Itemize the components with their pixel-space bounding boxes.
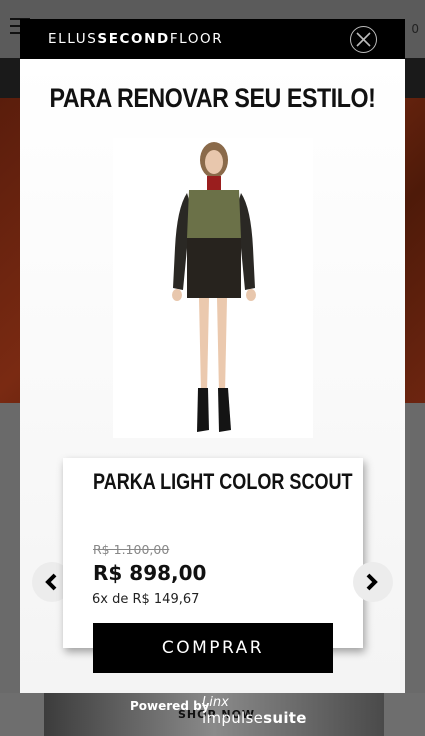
current-price: R$ 898,00: [93, 561, 207, 585]
impulse-suite-logo: impulsesuite: [202, 709, 307, 727]
powered-by-badge[interactable]: Powered by Linx impulsesuite: [130, 695, 310, 733]
chevron-left-icon: [45, 573, 57, 591]
product-name[interactable]: PARKA LIGHT COLOR SCOUT: [93, 469, 353, 495]
powered-by-text: Powered by: [130, 699, 210, 713]
recommendation-modal: ELLUSSECONDFLOOR PARA RENOVAR SEU ESTILO…: [20, 19, 405, 693]
product-image[interactable]: [113, 138, 313, 438]
brand-logo: ELLUSSECONDFLOOR: [48, 31, 224, 47]
carousel-next-button[interactable]: [353, 562, 393, 602]
close-icon: [356, 32, 371, 47]
chevron-right-icon: [366, 573, 378, 591]
installments: 6x de R$ 149,67: [92, 592, 200, 607]
modal-title: PARA RENOVAR SEU ESTILO!: [49, 83, 376, 113]
buy-button[interactable]: COMPRAR: [93, 623, 333, 673]
modal-body: PARA RENOVAR SEU ESTILO! PARKA LIGHT COL…: [20, 59, 405, 693]
old-price: R$ 1.100,00: [93, 542, 170, 557]
model-photo: [172, 142, 256, 432]
product-card[interactable]: PARKA LIGHT COLOR SCOUT R$ 1.100,00 R$ 8…: [63, 458, 363, 648]
linx-logo: Linx: [202, 695, 229, 710]
cart-count[interactable]: 0: [411, 22, 419, 36]
close-button[interactable]: [350, 26, 377, 53]
modal-header: ELLUSSECONDFLOOR: [20, 19, 405, 59]
